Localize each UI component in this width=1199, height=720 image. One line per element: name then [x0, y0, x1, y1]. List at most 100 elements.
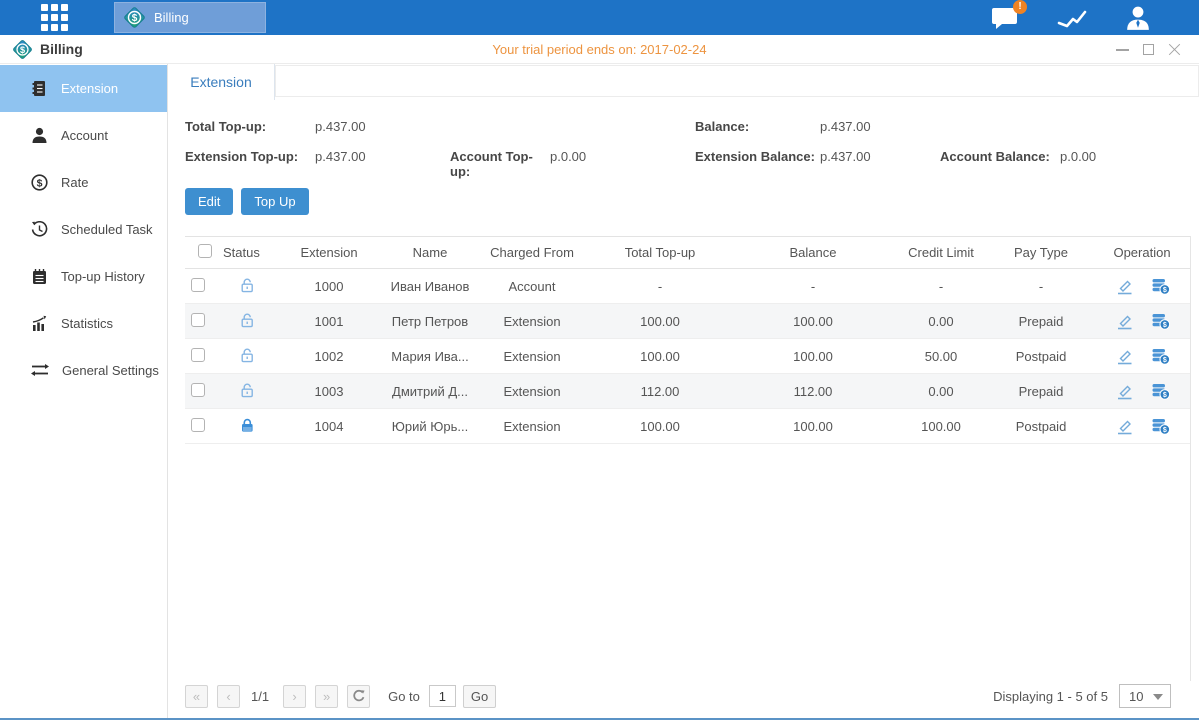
cell-charged-from: Extension — [477, 419, 587, 434]
sidebar-item-label: Extension — [61, 81, 118, 96]
row-checkbox[interactable] — [191, 348, 205, 362]
messages-icon[interactable]: ! — [991, 6, 1019, 30]
cell-charged-from: Extension — [477, 384, 587, 399]
refresh-button[interactable] — [347, 685, 370, 708]
cell-credit-limit: 0.00 — [893, 384, 989, 399]
lock-status-icon — [219, 417, 275, 436]
next-page-button[interactable]: › — [283, 685, 306, 708]
row-checkbox[interactable] — [191, 278, 205, 292]
cell-pay-type: Prepaid — [989, 384, 1093, 399]
balance-value: p.437.00 — [820, 119, 940, 136]
edit-row-icon[interactable] — [1115, 382, 1134, 400]
table-row[interactable]: 1004 Юрий Юрь... Extension 100.00 100.00… — [185, 409, 1190, 444]
table-row[interactable]: 1001 Петр Петров Extension 100.00 100.00… — [185, 304, 1190, 339]
top-up-button[interactable]: Top Up — [241, 188, 308, 215]
total-topup-label: Total Top-up: — [185, 119, 315, 136]
row-checkbox[interactable] — [191, 418, 205, 432]
edit-row-icon[interactable] — [1115, 277, 1134, 295]
topup-history-icon — [31, 268, 48, 285]
sidebar-item-topup-history[interactable]: Top-up History — [0, 253, 167, 300]
topup-row-icon[interactable] — [1152, 418, 1170, 435]
sidebar-item-label: Rate — [61, 175, 88, 190]
edit-row-icon[interactable] — [1115, 347, 1134, 365]
column-status[interactable]: Status — [219, 245, 275, 260]
extension-balance-value: p.437.00 — [820, 149, 940, 166]
column-operation: Operation — [1093, 245, 1191, 260]
statistics-icon — [31, 315, 48, 332]
page-size-value: 10 — [1129, 689, 1143, 704]
topup-row-icon[interactable] — [1152, 313, 1170, 330]
extension-topup-label: Extension Top-up: — [185, 149, 315, 166]
cell-name: Мария Ива... — [383, 349, 477, 364]
edit-row-icon[interactable] — [1115, 417, 1134, 435]
cell-extension: 1004 — [275, 419, 383, 434]
displaying-text: Displaying 1 - 5 of 5 — [993, 689, 1108, 704]
column-credit-limit[interactable]: Credit Limit — [893, 245, 989, 260]
minimize-button[interactable] — [1116, 43, 1129, 56]
cell-charged-from: Extension — [477, 349, 587, 364]
account-topup-value: p.0.00 — [550, 149, 695, 166]
column-pay-type[interactable]: Pay Type — [989, 245, 1093, 260]
goto-page-input[interactable] — [429, 685, 456, 707]
tab-extension[interactable]: Extension — [168, 64, 275, 100]
column-extension[interactable]: Extension — [275, 245, 383, 260]
sidebar-item-statistics[interactable]: Statistics — [0, 300, 167, 347]
taskbar-tab-billing[interactable]: Billing — [114, 2, 266, 33]
first-page-button[interactable]: « — [185, 685, 208, 708]
window-title-bar: Your trial period ends on: 2017-02-24 Bi… — [0, 35, 1199, 64]
select-all-checkbox[interactable] — [198, 244, 212, 258]
cell-balance: 100.00 — [733, 419, 893, 434]
close-button[interactable] — [1168, 43, 1181, 56]
column-charged-from[interactable]: Charged From — [477, 245, 587, 260]
reports-chart-icon[interactable] — [1057, 6, 1087, 30]
go-button[interactable]: Go — [463, 685, 496, 708]
topup-row-icon[interactable] — [1152, 348, 1170, 365]
cell-total-topup: 100.00 — [587, 314, 733, 329]
page-size-select[interactable]: 10 — [1119, 684, 1171, 708]
cell-total-topup: 100.00 — [587, 419, 733, 434]
sidebar-item-scheduled-task[interactable]: Scheduled Task — [0, 206, 167, 253]
extension-topup-value: p.437.00 — [315, 149, 450, 166]
extension-table: Status Extension Name Charged From Total… — [185, 236, 1191, 681]
lock-status-icon — [219, 382, 275, 401]
cell-balance: 100.00 — [733, 349, 893, 364]
table-row[interactable]: 1002 Мария Ива... Extension 100.00 100.0… — [185, 339, 1190, 374]
edit-row-icon[interactable] — [1115, 312, 1134, 330]
row-checkbox[interactable] — [191, 313, 205, 327]
cell-credit-limit: 0.00 — [893, 314, 989, 329]
sidebar-item-general-settings[interactable]: General Settings — [0, 347, 167, 394]
cell-charged-from: Account — [477, 279, 587, 294]
taskbar-tab-label: Billing — [154, 10, 189, 25]
summary-section: Total Top-up: p.437.00 Balance: p.437.00… — [168, 100, 1199, 179]
topup-row-icon[interactable] — [1152, 278, 1170, 295]
balance-label: Balance: — [695, 119, 820, 136]
edit-button[interactable]: Edit — [185, 188, 233, 215]
user-account-icon[interactable] — [1125, 5, 1151, 31]
lock-status-icon — [219, 277, 275, 296]
notification-badge: ! — [1013, 0, 1027, 14]
topup-row-icon[interactable] — [1152, 383, 1170, 400]
cell-pay-type: Prepaid — [989, 314, 1093, 329]
column-name[interactable]: Name — [383, 245, 477, 260]
prev-page-button[interactable]: ‹ — [217, 685, 240, 708]
table-row[interactable]: 1000 Иван Иванов Account - - - - — [185, 269, 1190, 304]
sidebar-item-extension[interactable]: Extension — [0, 65, 167, 112]
column-balance[interactable]: Balance — [733, 245, 893, 260]
cell-name: Юрий Юрь... — [383, 419, 477, 434]
column-total-topup[interactable]: Total Top-up — [587, 245, 733, 260]
general-settings-icon — [31, 362, 49, 379]
maximize-button[interactable] — [1142, 43, 1155, 56]
total-topup-value: p.437.00 — [315, 119, 450, 136]
cell-credit-limit: 100.00 — [893, 419, 989, 434]
cell-extension: 1001 — [275, 314, 383, 329]
cell-name: Петр Петров — [383, 314, 477, 329]
sidebar-item-rate[interactable]: $ Rate — [0, 159, 167, 206]
caret-down-icon — [1153, 694, 1163, 700]
sidebar-item-account[interactable]: Account — [0, 112, 167, 159]
account-topup-label: Account Top-up: — [450, 149, 550, 166]
row-checkbox[interactable] — [191, 383, 205, 397]
table-row[interactable]: 1003 Дмитрий Д... Extension 112.00 112.0… — [185, 374, 1190, 409]
page-indicator: 1/1 — [251, 689, 269, 704]
last-page-button[interactable]: » — [315, 685, 338, 708]
apps-grid-icon[interactable] — [37, 3, 71, 33]
